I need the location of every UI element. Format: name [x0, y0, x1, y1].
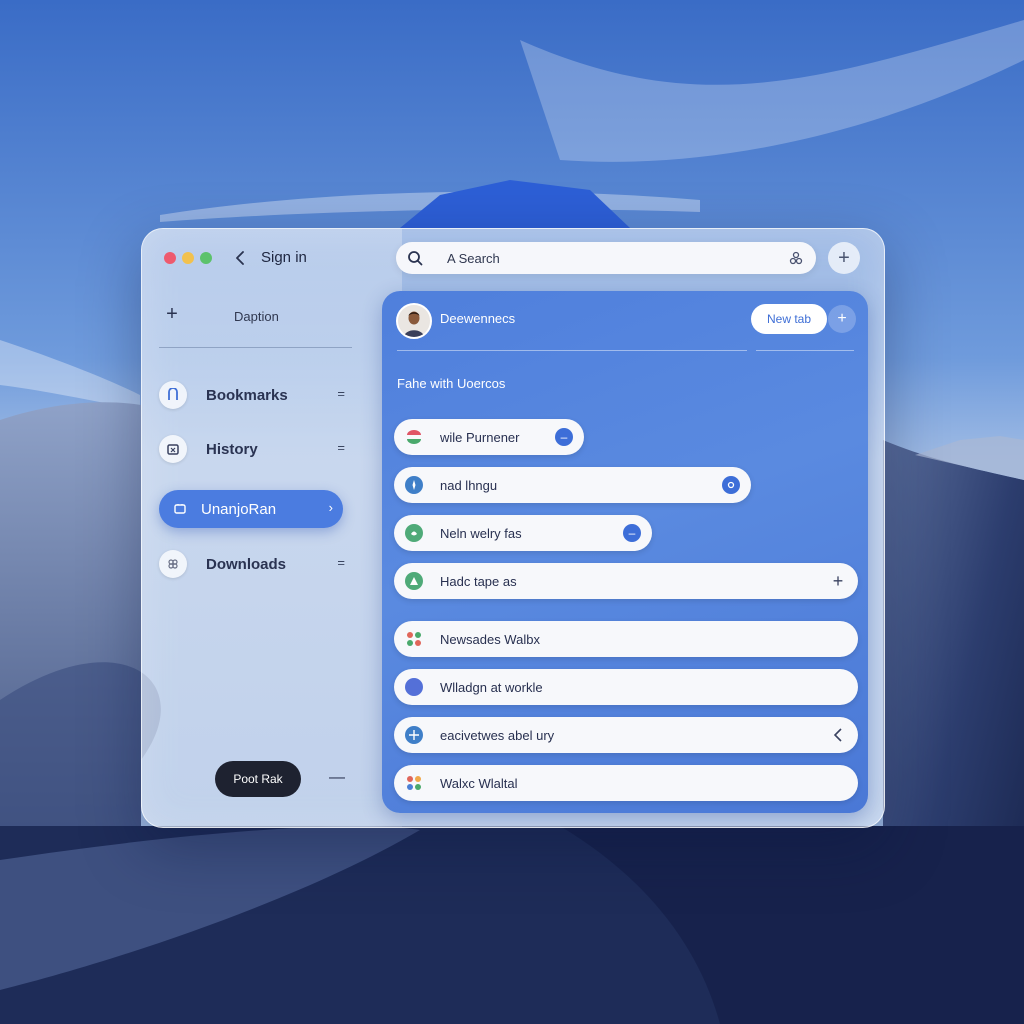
close-button[interactable] [164, 252, 176, 264]
download-icon [159, 550, 187, 578]
list-item[interactable]: Walxc Wlaltal [394, 765, 858, 801]
sidebar-item-label: Downloads [206, 555, 287, 573]
chevron-right-icon: › [328, 500, 333, 515]
section-heading: Fahe with Uoercos [397, 376, 506, 391]
apps-icon [405, 774, 423, 792]
chevron-left-icon[interactable] [829, 726, 847, 744]
minus-icon[interactable]: – [623, 524, 641, 542]
chevron-left-icon [236, 251, 244, 265]
sidebar-title: Daption [234, 309, 279, 324]
list-item-label: nad lhngu [440, 477, 498, 493]
add-icon[interactable]: + [828, 305, 856, 333]
sidebar-item-label: Bookmarks [206, 386, 288, 404]
plus-icon[interactable]: + [829, 571, 847, 591]
sidebar-item-unanjoran[interactable]: UnanjoRan › [159, 490, 343, 528]
minimize-button[interactable] [182, 252, 194, 264]
compass-icon [405, 476, 423, 494]
list-item-label: Walxc Wlaltal [440, 775, 518, 791]
minus-icon[interactable]: — [328, 769, 346, 787]
browser-window: Sign in + Daption Bookmarks = History = … [141, 228, 885, 828]
compass-icon [405, 726, 423, 744]
new-tab-button[interactable]: New tab [751, 304, 827, 334]
leaf-icon [405, 524, 423, 542]
list-item[interactable]: Hadc tape as + [394, 563, 858, 599]
folder-icon [167, 495, 193, 523]
main-panel: Deewennecs New tab + Fahe with Uoercos w… [382, 291, 868, 813]
new-tab-icon[interactable]: + [828, 242, 860, 274]
window-controls [164, 252, 212, 264]
list-item[interactable]: wile Purnener – [394, 419, 584, 455]
history-icon [159, 435, 187, 463]
sidebar-item-label: History [206, 440, 258, 458]
list-item-label: Newsades Walbx [440, 631, 540, 647]
list-item-label: Neln welry fas [440, 525, 522, 541]
post-button[interactable]: Poot Rak [215, 761, 301, 797]
sidebar-item-history[interactable]: History = [159, 430, 345, 468]
sidebar-divider [159, 347, 352, 348]
avatar[interactable] [396, 303, 432, 339]
menu-icon: = [337, 555, 345, 570]
list-item[interactable]: Newsades Walbx [394, 621, 858, 657]
sidebar-item-downloads[interactable]: Downloads = [159, 545, 345, 583]
apps-icon [405, 630, 423, 648]
circle-icon [405, 678, 423, 696]
list-item-label: Hadc tape as [440, 573, 517, 589]
list-item[interactable]: eacivetwes abel ury [394, 717, 858, 753]
extensions-icon[interactable] [788, 250, 804, 266]
signin-link[interactable]: Sign in [261, 249, 307, 266]
chrome-icon [405, 428, 423, 446]
list-item[interactable]: nad lhngu [394, 467, 751, 503]
add-icon[interactable]: + [162, 304, 182, 324]
sidebar-item-label: UnanjoRan [201, 500, 277, 518]
triangle-icon [405, 572, 423, 590]
list-item[interactable]: Wlladgn at workle [394, 669, 858, 705]
list-item-label: eacivetwes abel ury [440, 727, 555, 743]
search-bar[interactable] [396, 242, 816, 274]
sidebar-item-bookmarks[interactable]: Bookmarks = [159, 376, 345, 414]
menu-icon: = [337, 386, 345, 401]
back-button[interactable] [230, 248, 250, 268]
target-icon[interactable] [722, 476, 740, 494]
profile-name: Deewennecs [440, 311, 516, 326]
list-item-label: wile Purnener [440, 429, 520, 445]
divider [397, 350, 747, 351]
list-item-label: Wlladgn at workle [440, 679, 543, 695]
menu-icon: = [337, 440, 345, 455]
list-item[interactable]: Neln welry fas – [394, 515, 652, 551]
search-icon [408, 251, 423, 266]
minus-icon[interactable]: – [555, 428, 573, 446]
divider [756, 350, 854, 351]
bookmark-icon [159, 381, 187, 409]
search-input[interactable] [445, 249, 779, 267]
maximize-button[interactable] [200, 252, 212, 264]
desktop: Sign in + Daption Bookmarks = History = … [0, 0, 1024, 1024]
